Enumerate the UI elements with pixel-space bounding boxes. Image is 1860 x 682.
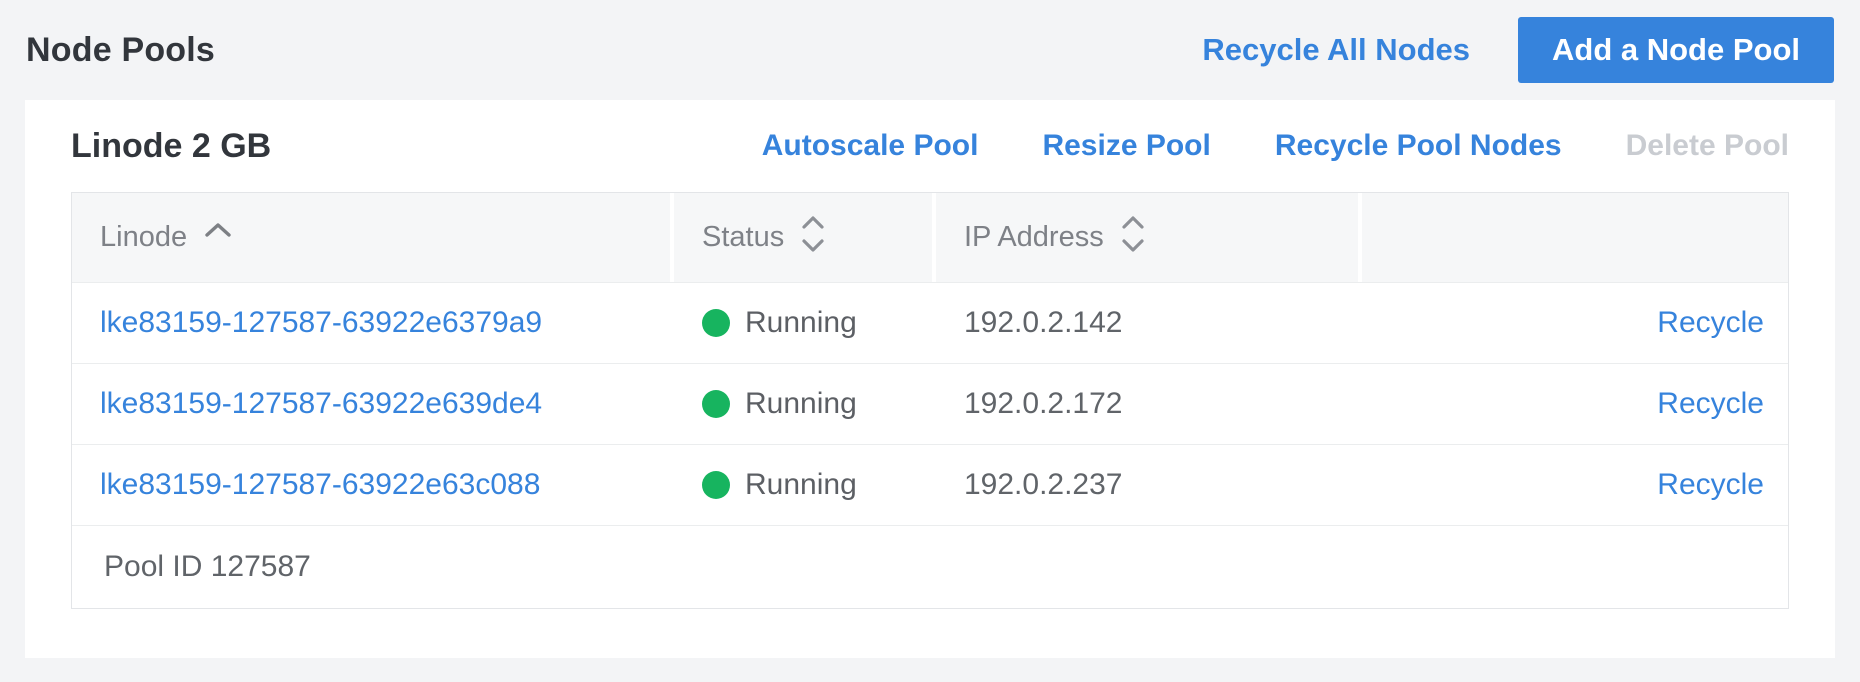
pool-title: Linode 2 GB	[71, 127, 271, 166]
sort-up-down-icon	[800, 213, 826, 263]
node-name-cell: lke83159-127587-63922e63c088	[72, 468, 674, 502]
node-ip-cell: 192.0.2.237	[936, 468, 1362, 502]
column-header-linode[interactable]: Linode	[72, 193, 670, 282]
node-name-cell: lke83159-127587-63922e639de4	[72, 387, 674, 421]
status-label: Running	[745, 306, 857, 340]
page-title: Node Pools	[26, 31, 215, 70]
node-status-cell: Running	[674, 468, 936, 502]
recycle-node-button[interactable]: Recycle	[1657, 468, 1764, 502]
resize-pool-button[interactable]: Resize Pool	[1042, 129, 1210, 163]
node-link[interactable]: lke83159-127587-63922e63c088	[100, 468, 540, 501]
sort-up-down-icon	[1120, 213, 1146, 263]
column-header-ip-address-label: IP Address	[964, 221, 1104, 254]
table-header-row: Linode Status IP Address	[72, 193, 1788, 282]
node-actions-cell: Recycle	[1362, 468, 1788, 502]
autoscale-pool-button[interactable]: Autoscale Pool	[762, 129, 979, 163]
recycle-node-button[interactable]: Recycle	[1657, 306, 1764, 340]
sort-ascending-icon	[203, 214, 233, 247]
recycle-all-nodes-button[interactable]: Recycle All Nodes	[1202, 32, 1470, 68]
node-actions-cell: Recycle	[1362, 387, 1788, 421]
column-header-actions	[1362, 193, 1788, 282]
pool-id-row: Pool ID 127587	[72, 525, 1788, 608]
node-actions-cell: Recycle	[1362, 306, 1788, 340]
pool-actions: Autoscale Pool Resize Pool Recycle Pool …	[762, 129, 1789, 163]
recycle-pool-nodes-button[interactable]: Recycle Pool Nodes	[1275, 129, 1562, 163]
recycle-node-button[interactable]: Recycle	[1657, 387, 1764, 421]
node-pool-card: Linode 2 GB Autoscale Pool Resize Pool R…	[25, 100, 1835, 658]
node-status-cell: Running	[674, 387, 936, 421]
status-running-icon	[702, 471, 730, 499]
node-link[interactable]: lke83159-127587-63922e6379a9	[100, 306, 542, 339]
delete-pool-button: Delete Pool	[1626, 129, 1789, 163]
node-link[interactable]: lke83159-127587-63922e639de4	[100, 387, 542, 420]
node-name-cell: lke83159-127587-63922e6379a9	[72, 306, 674, 340]
table-row: lke83159-127587-63922e6379a9 Running 192…	[72, 282, 1788, 363]
add-node-pool-button[interactable]: Add a Node Pool	[1518, 17, 1834, 83]
status-label: Running	[745, 468, 857, 502]
status-running-icon	[702, 390, 730, 418]
node-status-cell: Running	[674, 306, 936, 340]
table-row: lke83159-127587-63922e639de4 Running 192…	[72, 363, 1788, 444]
page-header-actions: Recycle All Nodes Add a Node Pool	[1202, 17, 1834, 83]
pool-id-label: Pool ID 127587	[104, 550, 311, 584]
node-ip-cell: 192.0.2.172	[936, 387, 1362, 421]
status-running-icon	[702, 309, 730, 337]
node-pool-table: Linode Status IP Address	[71, 192, 1789, 609]
column-header-ip-address[interactable]: IP Address	[936, 193, 1358, 282]
table-row: lke83159-127587-63922e63c088 Running 192…	[72, 444, 1788, 525]
node-ip-cell: 192.0.2.142	[936, 306, 1362, 340]
column-header-status[interactable]: Status	[674, 193, 932, 282]
node-pools-page: Node Pools Recycle All Nodes Add a Node …	[0, 0, 1860, 658]
page-header: Node Pools Recycle All Nodes Add a Node …	[0, 0, 1860, 100]
status-label: Running	[745, 387, 857, 421]
pool-header: Linode 2 GB Autoscale Pool Resize Pool R…	[71, 100, 1789, 192]
column-header-linode-label: Linode	[100, 221, 187, 254]
column-header-status-label: Status	[702, 221, 784, 254]
